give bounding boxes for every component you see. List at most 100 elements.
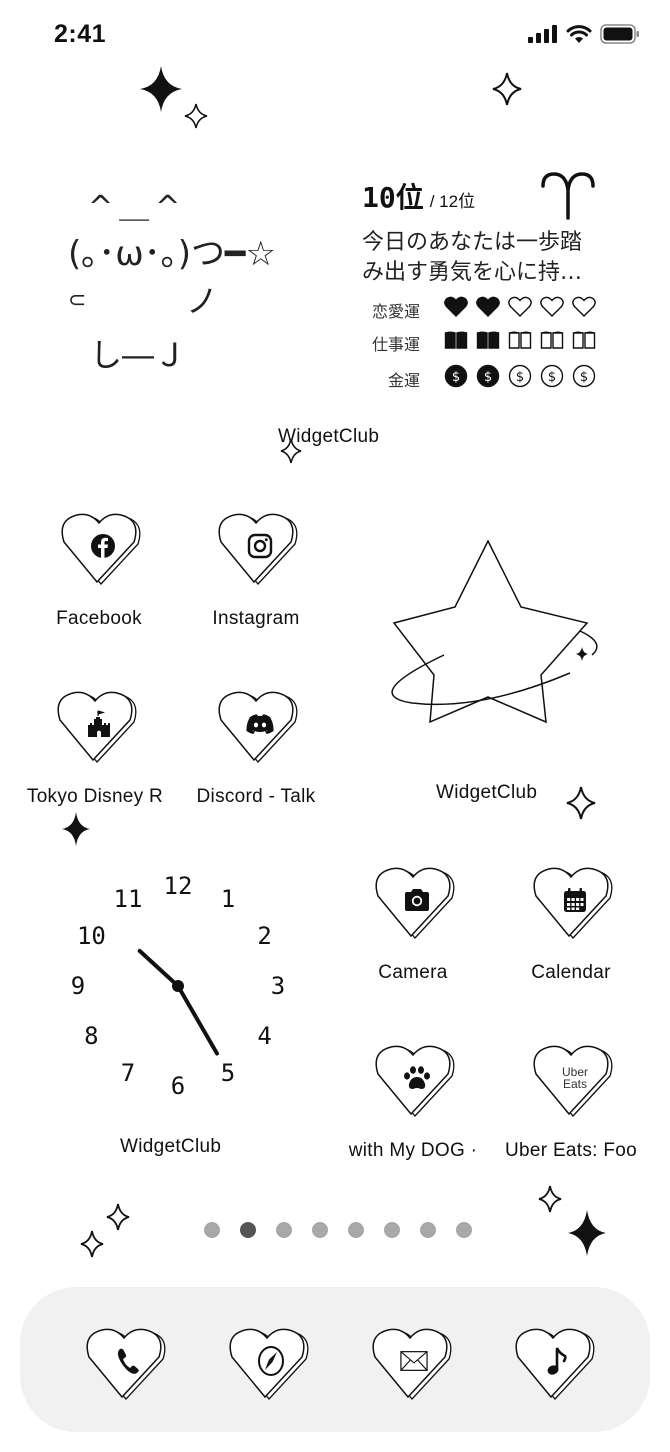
horoscope-message-line: み出す勇気を心に持… [362, 260, 583, 285]
clock-widget[interactable]: 12 1 2 3 4 5 6 7 8 9 10 11 [60, 870, 300, 1110]
widget-label: WidgetClub [120, 1136, 222, 1157]
facebook-icon [89, 532, 117, 560]
app-label: Instagram [212, 608, 300, 629]
sparkle-icon [62, 812, 90, 846]
page-dot[interactable] [384, 1222, 400, 1238]
app-label: Uber Eats: Foo [505, 1140, 637, 1161]
app-instagram[interactable]: Instagram [181, 512, 331, 630]
clock-number: 2 [257, 922, 272, 950]
clock-number: 12 [163, 872, 193, 900]
app-icon-heart[interactable] [371, 866, 455, 940]
app-icon-heart[interactable] [371, 1044, 455, 1118]
widget-label: WidgetClub [436, 782, 538, 803]
sparkle-icon [140, 66, 182, 112]
clock-number: 6 [170, 1072, 186, 1100]
fortune-rating: $ $ $ $ $ [444, 364, 596, 393]
clock-number: 4 [257, 1022, 272, 1050]
heart-icon-filled [444, 296, 468, 323]
status-icons [528, 24, 640, 44]
book-icon-outline [508, 330, 532, 355]
kaomoji-feet: し―Ｊ [90, 336, 187, 374]
book-icon-filled [476, 330, 500, 355]
discord-icon [246, 710, 274, 738]
app-icon-heart[interactable]: Uber Eats [529, 1044, 613, 1118]
clock-number: 8 [84, 1022, 99, 1050]
fortune-label: 仕事運 [371, 334, 420, 354]
app-tokyo-disney-r[interactable]: Tokyo Disney R [20, 690, 170, 808]
fortune-row-money: 金運 $ $ $ $ $ [360, 364, 596, 393]
page-dot[interactable] [348, 1222, 364, 1238]
page-dot[interactable] [312, 1222, 328, 1238]
dock [20, 1287, 650, 1432]
coin-icon-outline: $ [540, 364, 564, 393]
svg-text:$: $ [452, 370, 460, 385]
compass-icon [257, 1346, 285, 1376]
app-facebook[interactable]: Facebook [24, 512, 174, 630]
app-camera[interactable]: Camera [338, 866, 488, 984]
fortune-label: 金運 [387, 370, 420, 390]
kaomoji-widget[interactable]: ^＿^ (｡･ω･｡)つ━☆ ⊂ ノ し―Ｊ [60, 180, 350, 380]
app-uber-eats-foo[interactable]: Uber Eats Uber Eats: Foo [496, 1044, 646, 1162]
app-icon-heart[interactable] [529, 866, 613, 940]
app-icon-heart[interactable] [214, 512, 298, 586]
heart-icon-outline [572, 296, 596, 323]
wifi-icon [566, 24, 592, 43]
page-indicator[interactable] [204, 1222, 472, 1238]
app-label: with My DOG · [348, 1140, 478, 1161]
app-icon-heart[interactable] [57, 512, 141, 586]
app-label: Facebook [56, 608, 142, 629]
cellular-signal-icon [528, 25, 557, 43]
kaomoji-arm-right: ノ [186, 282, 219, 320]
clock-number: 9 [70, 972, 86, 1000]
clock-number: 1 [220, 885, 236, 914]
heart-icon-outline [540, 296, 564, 323]
sparkle-outline-icon [80, 1230, 104, 1258]
star-widget[interactable] [380, 535, 610, 735]
page-dot[interactable] [204, 1222, 220, 1238]
coin-icon-outline: $ [572, 364, 596, 393]
app-calendar[interactable]: Calendar [496, 866, 646, 984]
sparkle-outline-icon [538, 1185, 562, 1213]
music-note-icon [543, 1347, 571, 1375]
page-dot[interactable] [456, 1222, 472, 1238]
clock-number: 3 [270, 972, 286, 1000]
aries-icon [541, 172, 595, 220]
kaomoji-face: (｡･ω･｡)つ━☆ [68, 234, 276, 274]
clock-number: 11 [113, 885, 143, 914]
page-dot-active[interactable] [240, 1222, 256, 1238]
status-time: 2:41 [54, 20, 107, 48]
dock-app-phone[interactable] [82, 1327, 166, 1401]
fortune-label: 恋愛運 [371, 301, 420, 321]
horoscope-message-line: 今日のあなたは一歩踏 [362, 230, 583, 255]
horoscope-rank: 10位 [362, 181, 424, 214]
dock-app-mail[interactable] [368, 1327, 452, 1401]
mail-icon [400, 1347, 428, 1375]
kaomoji-ears: ^＿^ [88, 190, 187, 225]
castle-icon [85, 710, 113, 738]
instagram-icon [246, 532, 274, 560]
page-dot[interactable] [420, 1222, 436, 1238]
clock-number: 10 [76, 922, 106, 950]
coin-icon-filled: $ [476, 364, 500, 393]
horoscope-widget[interactable]: 10位 / 12位 今日のあなたは一歩踏 み出す勇気を心に持… 恋愛運 仕事運 金… [360, 170, 630, 400]
app-icon-heart[interactable] [53, 690, 137, 764]
app-label: Tokyo Disney R [26, 786, 164, 807]
book-icon-outline [572, 330, 596, 355]
app-discord-talk[interactable]: Discord - Talk [181, 690, 331, 808]
dock-app-safari[interactable] [225, 1327, 309, 1401]
fortune-row-work: 仕事運 [360, 330, 596, 355]
app-with-my-dog[interactable]: with My DOG · [338, 1044, 488, 1162]
svg-text:$: $ [484, 370, 492, 385]
book-icon-outline [540, 330, 564, 355]
app-icon-heart[interactable] [214, 690, 298, 764]
dock-app-music[interactable] [511, 1327, 595, 1401]
sparkle-outline-icon [106, 1203, 130, 1231]
clock-minute-hand [176, 984, 219, 1056]
book-icon-filled [444, 330, 468, 355]
uber-eats-icon: Uber Eats [561, 1064, 589, 1092]
coin-icon-filled: $ [444, 364, 468, 393]
page-dot[interactable] [276, 1222, 292, 1238]
coin-icon-outline: $ [508, 364, 532, 393]
svg-text:$: $ [580, 370, 588, 385]
heart-icon-outline [508, 296, 532, 323]
